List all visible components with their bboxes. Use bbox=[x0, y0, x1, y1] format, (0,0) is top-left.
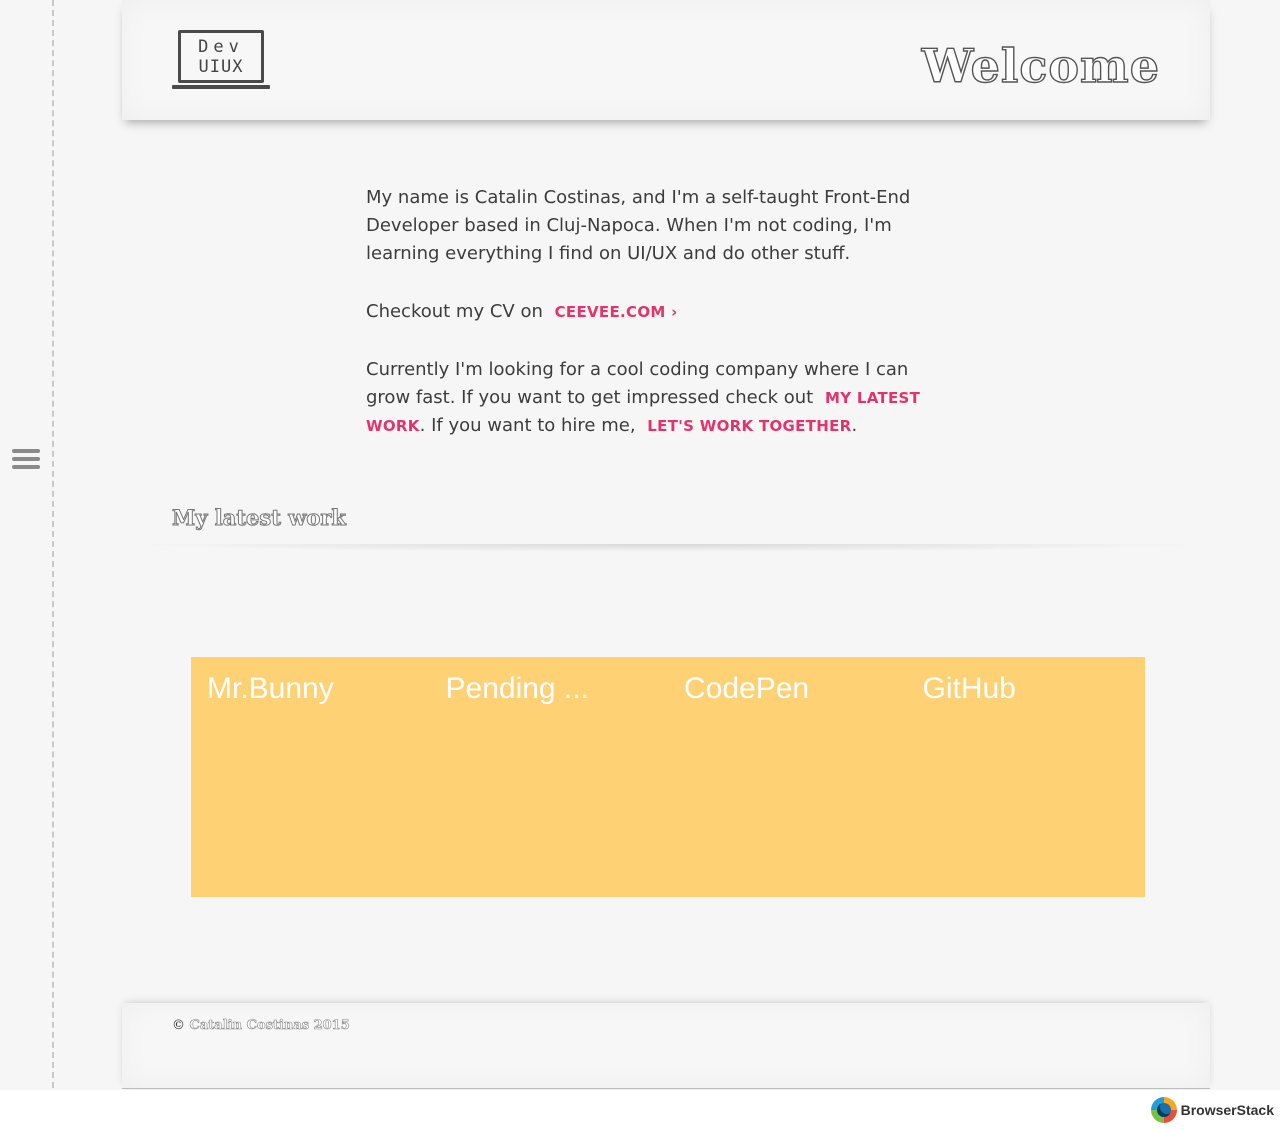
work-item-pending[interactable]: Pending ... bbox=[430, 657, 669, 897]
logo-laptop-base bbox=[172, 85, 270, 89]
devuiux-logo[interactable]: Dev UIUX bbox=[172, 30, 272, 90]
logo-screen: Dev UIUX bbox=[178, 30, 264, 83]
intro-p3-text-2: . If you want to hire me, bbox=[419, 415, 636, 436]
intro-p3-end: . bbox=[851, 415, 858, 436]
work-item-codepen[interactable]: CodePen bbox=[668, 657, 907, 897]
intro-paragraph-2: Checkout my CV on ceevee.com › bbox=[366, 298, 956, 326]
logo-text-uiux: UIUX bbox=[198, 57, 244, 77]
intro-paragraph-3: Currently I'm looking for a cool coding … bbox=[366, 356, 956, 440]
page-title: Welcome bbox=[921, 38, 1160, 93]
work-together-link[interactable]: let's work together bbox=[647, 417, 851, 435]
dashed-rail bbox=[52, 0, 54, 1088]
latest-work-heading: My latest work bbox=[172, 505, 347, 531]
site-header: Dev UIUX Welcome bbox=[122, 0, 1210, 120]
copyright-text: Catalin Costinas 2015 bbox=[189, 1018, 350, 1034]
copyright: © Catalin Costinas 2015 bbox=[172, 1018, 350, 1034]
browserstack-logo-icon bbox=[1150, 1097, 1177, 1123]
browserstack-label: BrowserStack bbox=[1180, 1102, 1274, 1118]
ceevee-link[interactable]: ceevee.com › bbox=[555, 303, 678, 321]
work-item-github[interactable]: GitHub bbox=[907, 657, 1146, 897]
bottom-strip: BrowserStack bbox=[0, 1090, 1280, 1130]
logo-text-dev: Dev bbox=[198, 37, 244, 57]
intro-section: My name is Catalin Costinas, and I'm a s… bbox=[366, 184, 956, 470]
hamburger-menu-icon[interactable] bbox=[12, 449, 40, 471]
section-divider bbox=[122, 544, 1210, 552]
work-grid: Mr.Bunny Pending ... CodePen GitHub bbox=[191, 657, 1145, 897]
site-footer: © Catalin Costinas 2015 bbox=[122, 1003, 1210, 1089]
work-item-mrbunny[interactable]: Mr.Bunny bbox=[191, 657, 430, 897]
browserstack-badge[interactable]: BrowserStack bbox=[1150, 1097, 1274, 1123]
cv-prefix-text: Checkout my CV on bbox=[366, 301, 543, 322]
copyright-symbol: © bbox=[172, 1018, 185, 1033]
intro-paragraph-1: My name is Catalin Costinas, and I'm a s… bbox=[366, 187, 911, 264]
